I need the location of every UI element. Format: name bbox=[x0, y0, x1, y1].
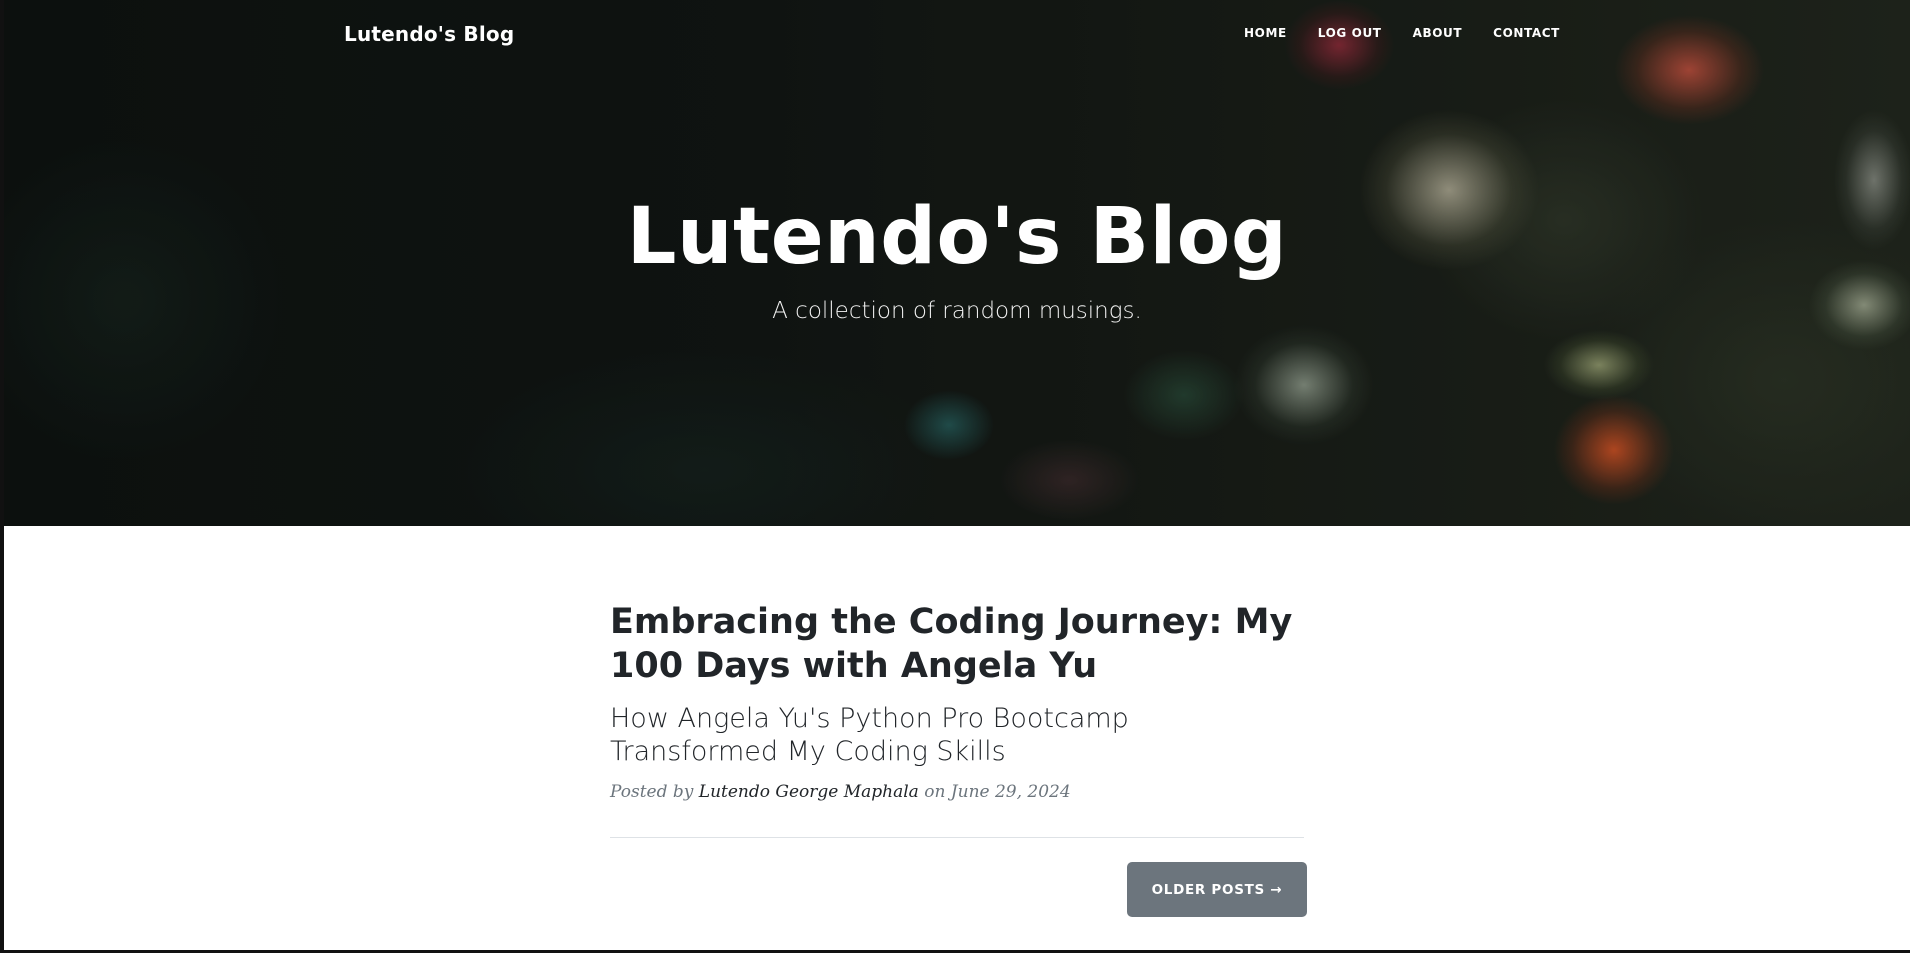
nav-link-about[interactable]: ABOUT bbox=[1413, 26, 1463, 40]
post-subtitle: How Angela Yu's Python Pro Bootcamp Tran… bbox=[610, 703, 1129, 767]
site-subheading: A collection of random musings. bbox=[772, 298, 1142, 324]
post-meta: Posted by Lutendo George Maphala on June… bbox=[610, 782, 1304, 802]
post-author: Lutendo George Maphala bbox=[698, 782, 919, 802]
post-date: on June 29, 2024 bbox=[924, 782, 1071, 802]
navbar-brand[interactable]: Lutendo's Blog bbox=[344, 22, 514, 46]
posted-by-label: Posted by bbox=[610, 782, 694, 802]
post-divider bbox=[610, 837, 1304, 838]
nav-link-home[interactable]: HOME bbox=[1244, 26, 1287, 40]
nav-link-log-out[interactable]: LOG OUT bbox=[1318, 26, 1382, 40]
main-nav: HOME LOG OUT ABOUT CONTACT bbox=[1244, 26, 1591, 40]
nav-link-contact[interactable]: CONTACT bbox=[1493, 26, 1560, 40]
browser-viewport: Lutendo's Blog HOME LOG OUT ABOUT CONTAC… bbox=[0, 0, 1910, 953]
post-list: Embracing the Coding Journey: My 100 Day… bbox=[610, 600, 1304, 838]
post-preview: Embracing the Coding Journey: My 100 Day… bbox=[610, 600, 1304, 802]
site-heading: Lutendo's Blog bbox=[626, 192, 1288, 282]
hero-header: Lutendo's Blog HOME LOG OUT ABOUT CONTAC… bbox=[4, 0, 1910, 526]
post-title-link[interactable]: Embracing the Coding Journey: My 100 Day… bbox=[610, 600, 1304, 688]
older-posts-button[interactable]: OLDER POSTS → bbox=[1127, 862, 1307, 917]
